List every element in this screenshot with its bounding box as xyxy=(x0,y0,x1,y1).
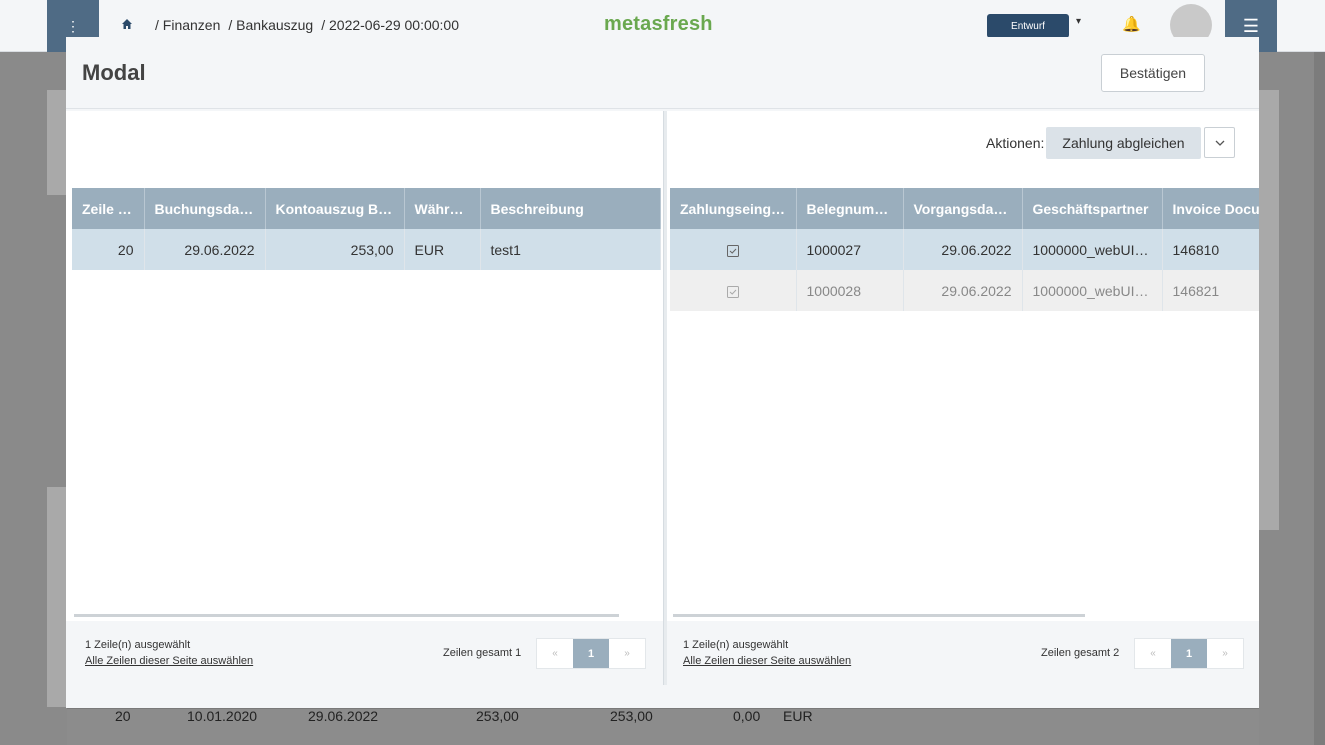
table-header: Zeile Nr. Buchungsdatum Kontoauszug Betr… xyxy=(72,188,661,229)
cell: 20 xyxy=(115,708,131,724)
horizontal-scrollbar[interactable] xyxy=(673,614,1085,617)
actions-label: Aktionen: xyxy=(986,135,1045,151)
payments-pane: Aktionen: Zahlung abgleichen Zahlungsein… xyxy=(667,111,1259,685)
column-header[interactable]: Invoice Docun xyxy=(1162,188,1259,229)
column-header[interactable]: Währung xyxy=(404,188,481,229)
right-footer: 1 Zeile(n) ausgewählt Alle Zeilen dieser… xyxy=(667,621,1259,685)
left-footer: 1 Zeile(n) ausgewählt Alle Zeilen dieser… xyxy=(66,621,663,685)
doc-status-button[interactable]: Entwurf xyxy=(987,14,1069,38)
column-header[interactable]: Beschreibung xyxy=(480,188,661,229)
prev-page-button[interactable]: « xyxy=(1135,639,1171,668)
cell: 1000000_webUI F... xyxy=(1022,270,1163,311)
cell: 1000028 xyxy=(796,270,904,311)
cell: 29.06.2022 xyxy=(144,229,266,270)
checkbox-cell[interactable] xyxy=(670,270,797,311)
cell: 146810 xyxy=(1162,229,1259,270)
next-page-button[interactable]: » xyxy=(1207,639,1243,668)
pagination: « 1 » xyxy=(1134,638,1244,669)
breadcrumb: / Finanzen / Bankauszug / 2022-06-29 00:… xyxy=(155,17,459,33)
background-panel xyxy=(1259,90,1279,530)
column-header[interactable]: Zeile Nr. xyxy=(72,188,145,229)
column-header[interactable]: Vorgangsdatum xyxy=(903,188,1023,229)
cell: 1000000_webUI F... xyxy=(1022,229,1163,270)
cell: EUR xyxy=(783,708,813,724)
cell: EUR xyxy=(404,229,481,270)
bank-statement-pane: Zeile Nr. Buchungsdatum Kontoauszug Betr… xyxy=(66,111,663,685)
background-table-row: 20 10.01.2020 29.06.2022 253,00 253,00 0… xyxy=(67,708,1259,745)
cell: 1000027 xyxy=(796,229,904,270)
checkbox-checked-icon[interactable] xyxy=(726,244,739,257)
prev-page-button[interactable]: « xyxy=(537,639,573,668)
selection-count: 1 Zeile(n) ausgewählt xyxy=(683,639,789,651)
confirm-button[interactable]: Bestätigen xyxy=(1101,54,1205,92)
modal-dialog: Modal Bestätigen Zeile Nr. Buchungsdatum… xyxy=(66,37,1259,708)
bell-icon[interactable]: 🔔 xyxy=(1122,15,1141,33)
app-logo: metasfresh xyxy=(604,13,713,35)
chevron-down-icon xyxy=(1215,140,1224,146)
table-header: Zahlungseingang Belegnummer Vorgangsdatu… xyxy=(670,188,1259,229)
cell: 253,00 xyxy=(265,229,405,270)
cell: 29.06.2022 xyxy=(903,270,1023,311)
cell: 29.06.2022 xyxy=(903,229,1023,270)
table-row[interactable]: 20 29.06.2022 253,00 EUR test1 xyxy=(72,229,661,270)
table-row[interactable]: 1000027 29.06.2022 1000000_webUI F... 14… xyxy=(670,229,1259,270)
select-all-link[interactable]: Alle Zeilen dieser Seite auswählen xyxy=(683,655,851,667)
cell: 253,00 xyxy=(610,708,653,724)
cell: 20 xyxy=(72,229,145,270)
checkbox-checked-icon[interactable] xyxy=(726,285,739,298)
select-all-link[interactable]: Alle Zeilen dieser Seite auswählen xyxy=(85,655,253,667)
column-header[interactable]: Zahlungseingang xyxy=(670,188,797,229)
selection-count: 1 Zeile(n) ausgewählt xyxy=(85,639,191,651)
actions-dropdown-button[interactable] xyxy=(1204,127,1235,158)
modal-header: Modal Bestätigen xyxy=(66,37,1259,109)
caret-down-icon[interactable]: ▾ xyxy=(1076,16,1081,27)
page-button[interactable]: 1 xyxy=(1171,639,1207,668)
total-rows: Zeilen gesamt 2 xyxy=(1041,647,1120,659)
cell: 29.06.2022 xyxy=(308,708,379,724)
table-row[interactable]: 1000028 29.06.2022 1000000_webUI F... 14… xyxy=(670,270,1259,311)
bank-statement-table: Zeile Nr. Buchungsdatum Kontoauszug Betr… xyxy=(72,188,661,270)
modal-title: Modal xyxy=(82,60,146,85)
cell: 146821 xyxy=(1162,270,1259,311)
breadcrumb-item[interactable]: / Bankauszug xyxy=(228,17,313,33)
cell: 10.01.2020 xyxy=(187,708,258,724)
column-header[interactable]: Geschäftspartner xyxy=(1022,188,1163,229)
cell: 0,00 xyxy=(733,708,761,724)
cell: 253,00 xyxy=(476,708,519,724)
cell: test1 xyxy=(480,229,661,270)
home-icon[interactable] xyxy=(121,18,133,30)
total-rows: Zeilen gesamt 1 xyxy=(443,647,522,659)
breadcrumb-item[interactable]: / 2022-06-29 00:00:00 xyxy=(321,17,459,33)
column-header[interactable]: Kontoauszug Betr... xyxy=(265,188,405,229)
horizontal-scrollbar[interactable] xyxy=(74,614,619,617)
column-header[interactable]: Belegnummer xyxy=(796,188,904,229)
next-page-button[interactable]: » xyxy=(609,639,645,668)
payments-table: Zahlungseingang Belegnummer Vorgangsdatu… xyxy=(670,188,1259,311)
pagination: « 1 » xyxy=(536,638,646,669)
reconcile-payment-button[interactable]: Zahlung abgleichen xyxy=(1046,127,1201,159)
page-button[interactable]: 1 xyxy=(573,639,609,668)
breadcrumb-item[interactable]: / Finanzen xyxy=(155,17,220,33)
page-scrollbar[interactable] xyxy=(1314,52,1325,745)
column-header[interactable]: Buchungsdatum xyxy=(144,188,266,229)
checkbox-cell[interactable] xyxy=(670,229,797,270)
